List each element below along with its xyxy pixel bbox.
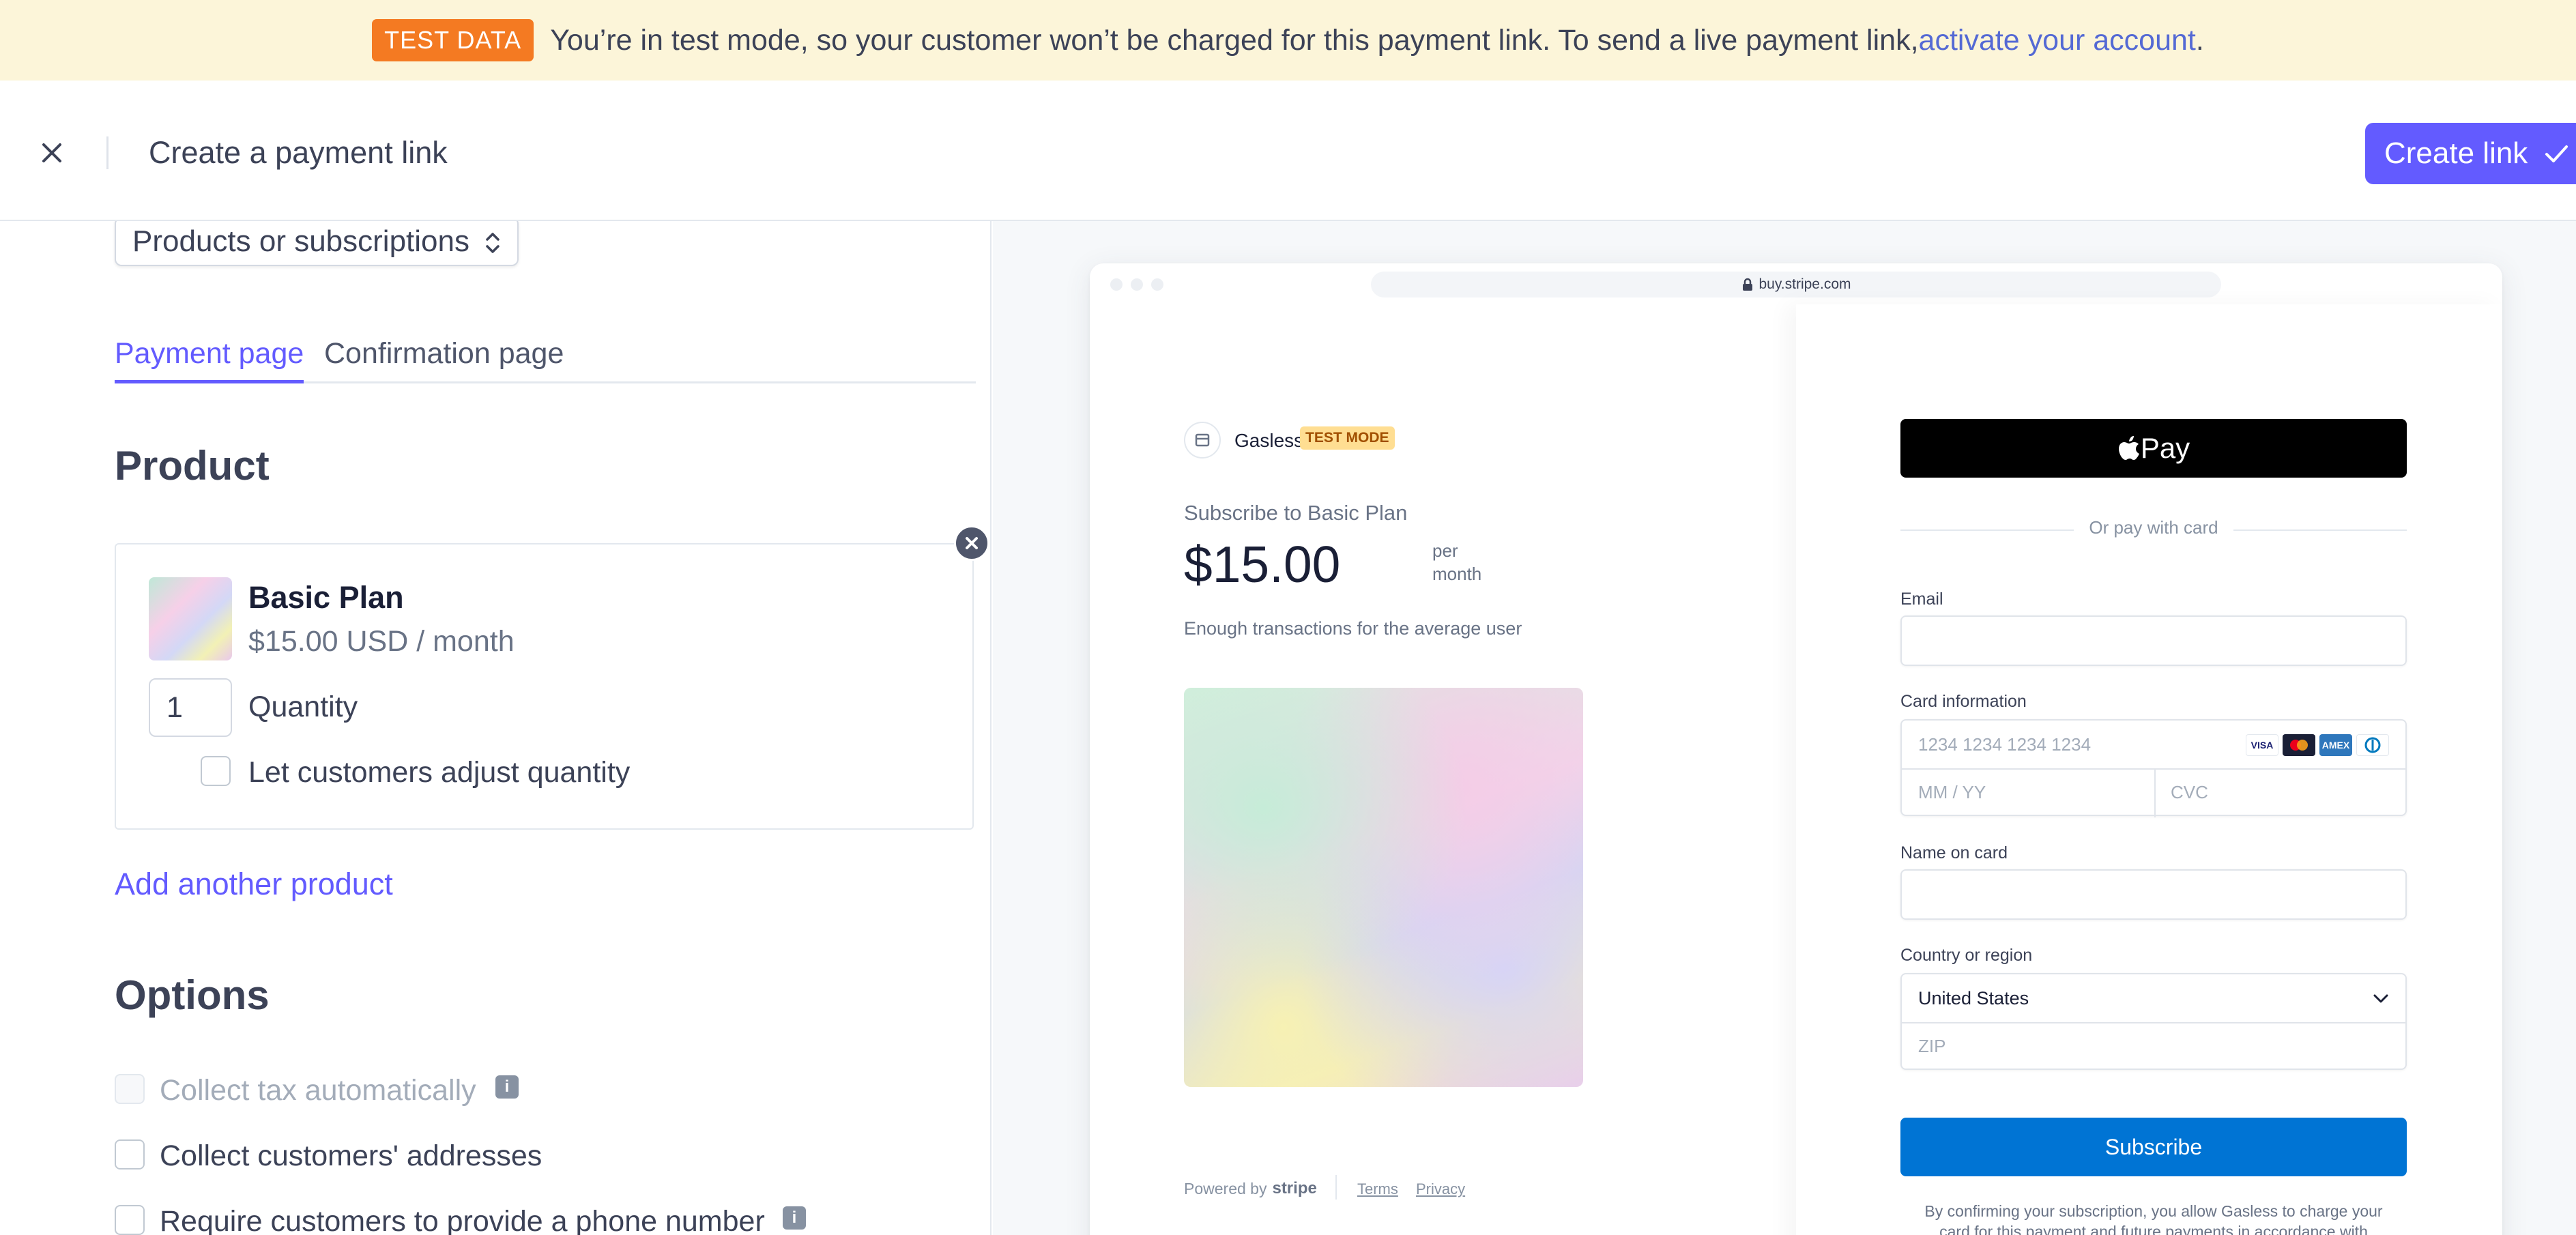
- visa-icon: VISA: [2246, 734, 2278, 756]
- name-on-card-label: Name on card: [1900, 843, 2008, 862]
- collect-tax-label: Collect tax automatically: [160, 1074, 476, 1107]
- subscribe-to-text: Subscribe to Basic Plan: [1184, 501, 1408, 525]
- adjust-quantity-checkbox[interactable]: [201, 756, 231, 786]
- url-bar: buy.stripe.com: [1371, 272, 2221, 297]
- mastercard-icon: [2283, 734, 2315, 756]
- banner-suffix: .: [2195, 23, 2204, 57]
- apple-pay-button[interactable]: Pay: [1900, 419, 2407, 478]
- subscription-legal-text: By confirming your subscription, you all…: [1900, 1201, 2407, 1235]
- collect-addresses-checkbox[interactable]: [115, 1139, 145, 1169]
- activate-account-link[interactable]: activate your account: [1919, 24, 2196, 57]
- diners-icon: [2356, 734, 2389, 756]
- close-button[interactable]: [33, 134, 71, 172]
- tab-payment-page[interactable]: Payment page: [115, 337, 304, 383]
- test-mode-badge: TEST MODE: [1300, 426, 1395, 450]
- email-label: Email: [1900, 590, 1943, 609]
- test-mode-banner: TEST DATA You’re in test mode, so your c…: [0, 0, 2576, 81]
- card-info-label: Card information: [1900, 692, 2027, 711]
- zip-field[interactable]: ZIP: [1918, 1036, 1945, 1057]
- product-card: Basic Plan $15.00 USD / month 1 Quantity…: [115, 543, 974, 830]
- banner-message: You’re in test mode, so your customer wo…: [550, 23, 1919, 57]
- require-phone-label: Require customers to provide a phone num…: [160, 1205, 765, 1235]
- add-another-product-link[interactable]: Add another product: [115, 867, 393, 902]
- stripe-logo: stripe: [1272, 1179, 1317, 1197]
- merchant-logo: [1184, 422, 1221, 459]
- preview-price: $15.00: [1184, 536, 1341, 593]
- apple-pay-label: Pay: [2140, 432, 2190, 464]
- card-brands: VISA AMEX: [2246, 734, 2389, 756]
- product-price: $15.00 USD / month: [248, 625, 515, 658]
- subscribe-button[interactable]: Subscribe: [1900, 1118, 2407, 1176]
- powered-by-label: Powered by: [1184, 1179, 1267, 1197]
- month-label: month: [1432, 564, 1482, 584]
- product-heading: Product: [115, 443, 270, 489]
- expiry-placeholder: MM / YY: [1918, 782, 1986, 802]
- terms-link[interactable]: Terms: [1357, 1180, 1398, 1198]
- card-info-field[interactable]: 1234 1234 1234 1234 VISA AMEX MM / YY CV…: [1900, 719, 2407, 817]
- chevron-down-icon: [2373, 994, 2388, 1003]
- require-phone-checkbox[interactable]: [115, 1205, 145, 1235]
- info-icon[interactable]: i: [783, 1206, 806, 1230]
- per-label: per: [1432, 540, 1458, 561]
- footer-divider: [1335, 1175, 1337, 1200]
- collect-tax-checkbox[interactable]: [115, 1074, 145, 1104]
- chevron-updown-icon: [486, 233, 500, 253]
- legal-line-2: card for this payment and future payment…: [1939, 1223, 2368, 1235]
- link-type-select[interactable]: Products or subscriptions: [115, 221, 519, 266]
- remove-product-button[interactable]: [954, 525, 989, 561]
- email-field[interactable]: [1900, 615, 2407, 666]
- adjust-quantity-label: Let customers adjust quantity: [248, 756, 631, 789]
- billing-interval: per month: [1432, 539, 1481, 585]
- country-select[interactable]: United States: [1918, 988, 2029, 1009]
- product-thumbnail: [149, 577, 232, 660]
- create-link-button[interactable]: Create link: [2365, 123, 2576, 184]
- checkout-preview-pane: buy.stripe.com Gasless TEST MODE Subscri…: [993, 221, 2576, 1235]
- powered-by-stripe: Powered by stripe: [1184, 1179, 1317, 1198]
- window-dot: [1110, 278, 1123, 291]
- product-name: Basic Plan: [248, 580, 404, 615]
- merchant-name: Gasless: [1234, 430, 1304, 451]
- close-icon: [42, 143, 61, 162]
- browser-bar: buy.stripe.com: [1090, 263, 2502, 304]
- page-title: Create a payment link: [149, 135, 448, 170]
- privacy-link[interactable]: Privacy: [1416, 1180, 1465, 1198]
- quantity-input[interactable]: 1: [149, 678, 232, 737]
- lock-icon: [1742, 278, 1752, 291]
- page-tabs: Payment page Confirmation page: [115, 337, 976, 383]
- options-heading: Options: [115, 972, 270, 1018]
- url-text: buy.stripe.com: [1759, 276, 1851, 292]
- country-label: Country or region: [1900, 946, 2033, 965]
- browser-frame: buy.stripe.com Gasless TEST MODE Subscri…: [1090, 263, 2502, 1235]
- legal-line-1: By confirming your subscription, you all…: [1924, 1202, 2383, 1220]
- collect-addresses-label: Collect customers' addresses: [160, 1139, 542, 1172]
- card-number-placeholder: 1234 1234 1234 1234: [1918, 734, 2092, 755]
- cvc-placeholder: CVC: [2171, 782, 2208, 802]
- page-header: Create a payment link Create link: [0, 81, 2576, 221]
- window-dot: [1131, 278, 1143, 291]
- test-data-badge: TEST DATA: [372, 19, 534, 61]
- settings-panel: Products or subscriptions Payment page C…: [0, 221, 992, 1235]
- close-icon: [966, 537, 978, 549]
- product-description: Enough transactions for the average user: [1184, 618, 1522, 639]
- quantity-label: Quantity: [248, 691, 358, 723]
- store-icon: [1195, 433, 1210, 447]
- window-dot: [1151, 278, 1163, 291]
- amex-icon: AMEX: [2319, 734, 2352, 756]
- country-zip-group: United States ZIP: [1900, 973, 2407, 1070]
- or-pay-with-card: Or pay with card: [1900, 517, 2407, 538]
- create-link-label: Create link: [2384, 136, 2528, 170]
- checkmark-icon: [2545, 145, 2568, 162]
- header-divider: [106, 136, 108, 169]
- product-image: [1184, 688, 1583, 1087]
- link-type-value: Products or subscriptions: [132, 224, 469, 258]
- tab-confirmation-page[interactable]: Confirmation page: [324, 337, 564, 383]
- apple-icon: [2118, 436, 2139, 460]
- name-on-card-field[interactable]: [1900, 869, 2407, 920]
- info-icon[interactable]: i: [495, 1075, 519, 1099]
